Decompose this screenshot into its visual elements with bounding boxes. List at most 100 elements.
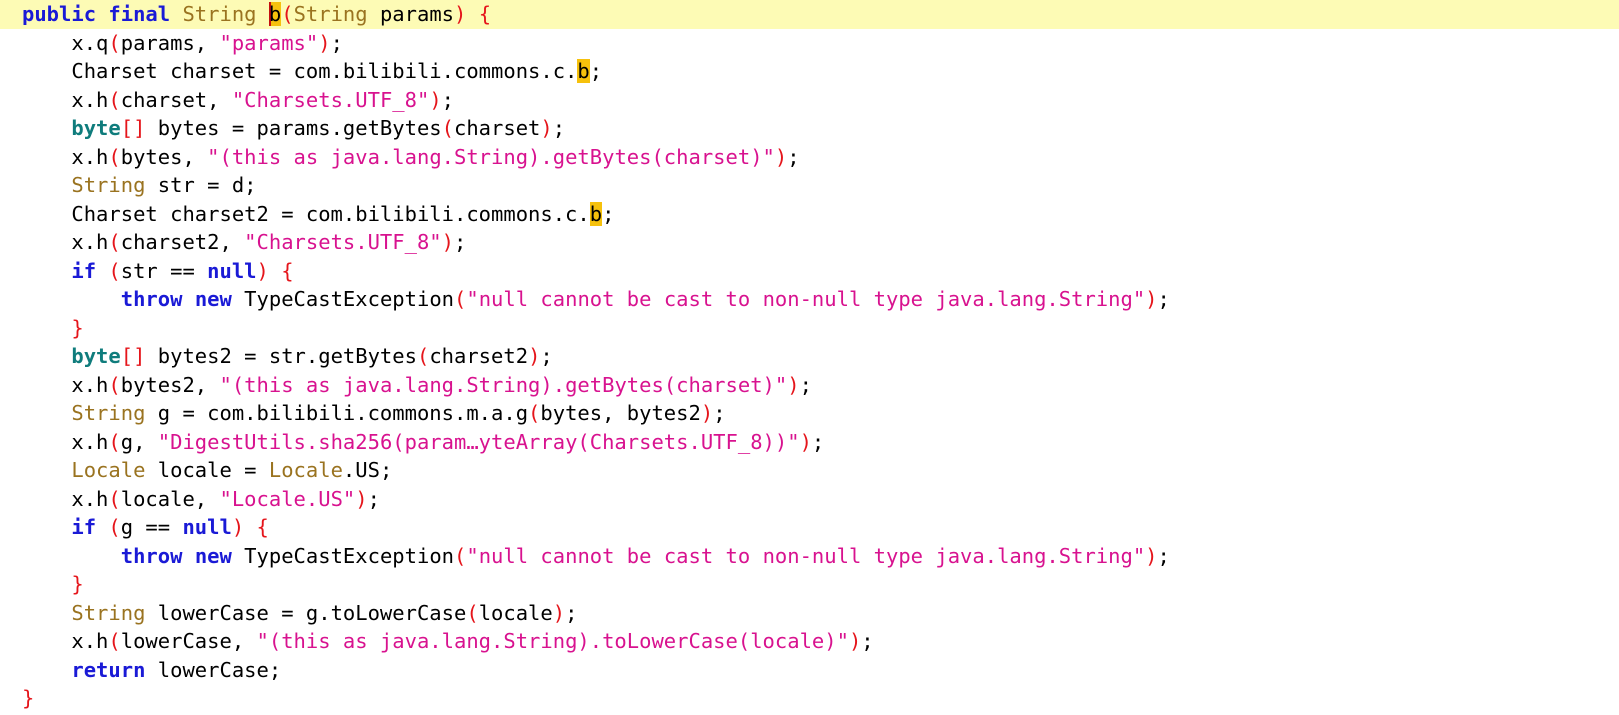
code-line[interactable]: Locale locale = Locale.US;: [0, 456, 1619, 485]
bracket: (: [108, 515, 121, 539]
code-text: ;: [602, 201, 615, 226]
type-name: Locale: [71, 458, 146, 482]
code-line[interactable]: byte[] bytes2 = str.getBytes(charset2);: [0, 342, 1619, 371]
code-line[interactable]: String str = d;: [0, 171, 1619, 200]
type-name: String: [293, 2, 368, 26]
string-literal: "params": [219, 30, 319, 55]
type-name: String: [71, 173, 146, 197]
bracket: (: [108, 486, 121, 511]
code-line[interactable]: x.h(bytes, "(this as java.lang.String).g…: [0, 143, 1619, 172]
bracket: (: [454, 287, 467, 311]
code-line[interactable]: if (g == null) {: [0, 513, 1619, 542]
code-line[interactable]: x.h(lowerCase, "(this as java.lang.Strin…: [0, 627, 1619, 656]
highlighted-symbol[interactable]: b: [589, 201, 603, 226]
keyword: new: [194, 543, 232, 568]
code-line[interactable]: String lowerCase = g.toLowerCase(locale)…: [0, 599, 1619, 628]
code-text: g,: [120, 429, 158, 454]
caret-symbol[interactable]: b: [268, 2, 282, 26]
highlighted-symbol[interactable]: b: [577, 59, 590, 83]
string-literal: "Charsets.UTF_8": [231, 87, 430, 112]
code-line[interactable]: x.q(params, "params");: [0, 29, 1619, 58]
bracket: }: [71, 315, 84, 340]
code-line[interactable]: if (str == null) {: [0, 257, 1619, 286]
code-line[interactable]: x.h(locale, "Locale.US");: [0, 485, 1619, 514]
bracket: ): [787, 372, 800, 397]
bracket: []: [120, 116, 146, 140]
keyword: byte: [71, 344, 121, 368]
code-line[interactable]: x.h(bytes2, "(this as java.lang.String).…: [0, 371, 1619, 400]
code-line[interactable]: String g = com.bilibili.commons.m.a.g(by…: [0, 399, 1619, 428]
code-line[interactable]: }: [0, 684, 1619, 713]
code-line[interactable]: throw new TypeCastException("null cannot…: [0, 285, 1619, 314]
keyword: null: [207, 258, 257, 283]
code-text: x.h: [71, 372, 109, 397]
bracket: ): [1145, 287, 1158, 311]
code-text: ;: [787, 144, 800, 169]
code-line[interactable]: throw new TypeCastException("null cannot…: [0, 542, 1619, 571]
code-line[interactable]: x.h(g, "DigestUtils.sha256(param…yteArra…: [0, 428, 1619, 457]
code-text: ;: [1157, 287, 1170, 311]
code-line[interactable]: Charset charset2 = com.bilibili.commons.…: [0, 200, 1619, 229]
code-text: ;: [454, 230, 467, 254]
code-text: locale =: [145, 458, 269, 482]
code-text: x.h: [71, 144, 109, 169]
keyword: byte: [71, 116, 121, 140]
code-line[interactable]: Charset charset = com.bilibili.commons.c…: [0, 57, 1619, 86]
code-editor[interactable]: public final String b(String params) { x…: [0, 0, 1619, 715]
code-line[interactable]: }: [0, 314, 1619, 343]
code-text: locale: [478, 600, 553, 625]
string-literal: "Locale.US": [219, 486, 356, 511]
code-text: lowerCase,: [120, 629, 257, 653]
bracket: ): [355, 486, 368, 511]
string-literal: "(this as java.lang.String).getBytes(cha…: [219, 372, 788, 397]
code-text: x.h: [71, 486, 109, 511]
code-text: bytes, bytes2: [540, 401, 701, 425]
code-line[interactable]: return lowerCase;: [0, 656, 1619, 685]
code-text: bytes = params.getBytes: [145, 116, 442, 140]
code-text: charset,: [120, 87, 232, 112]
bracket: (: [108, 230, 121, 254]
bracket: ): [799, 429, 812, 454]
code-line[interactable]: byte[] bytes = params.getBytes(charset);: [0, 114, 1619, 143]
bracket: (: [108, 372, 121, 397]
bracket: (: [108, 144, 121, 169]
type-name: String: [182, 2, 257, 26]
bracket: ): [318, 30, 331, 55]
keyword: throw: [120, 287, 183, 311]
code-text: ;: [330, 30, 343, 55]
code-line-current[interactable]: public final String b(String params) {: [0, 0, 1619, 29]
code-text: x.h: [71, 429, 109, 454]
code-text: str ==: [120, 258, 208, 283]
code-line[interactable]: x.h(charset, "Charsets.UTF_8");: [0, 86, 1619, 115]
code-text: ;: [540, 344, 553, 368]
code-text: ;: [811, 429, 825, 454]
code-text: bytes2 = str.getBytes: [145, 344, 417, 368]
code-line[interactable]: x.h(charset2, "Charsets.UTF_8");: [0, 228, 1619, 257]
code-text: locale,: [120, 486, 220, 511]
code-line[interactable]: }: [0, 570, 1619, 599]
code-text: TypeCastException: [231, 543, 455, 568]
code-text: x.h: [71, 629, 109, 653]
code-area[interactable]: public final String b(String params) { x…: [0, 0, 1619, 713]
bracket: (: [441, 116, 454, 140]
keyword: if: [71, 515, 97, 539]
code-text: charset2: [429, 344, 529, 368]
bracket: ): [1145, 543, 1158, 568]
bracket: (: [108, 258, 121, 283]
